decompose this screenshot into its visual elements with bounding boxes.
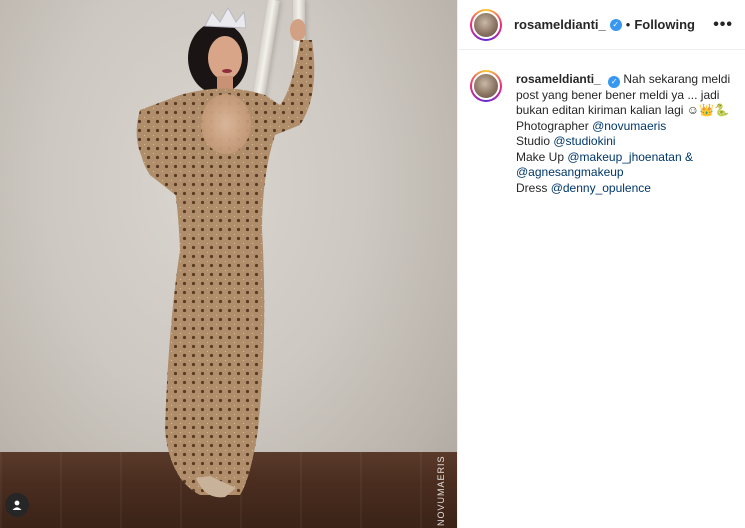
mention-link[interactable]: @novumaeris xyxy=(592,119,666,133)
user-icon xyxy=(12,500,22,510)
mention-link[interactable]: @denny_opulence xyxy=(551,181,651,195)
caption-avatar[interactable] xyxy=(470,70,502,102)
following-button[interactable]: Following xyxy=(634,17,695,32)
photo-watermark: NOVUMAERIS xyxy=(436,455,446,526)
credit-line: Dress @denny_opulence xyxy=(516,180,651,195)
mention-link[interactable]: @studiokini xyxy=(553,134,615,148)
caption-username[interactable]: rosameldianti_ xyxy=(516,72,601,86)
credit-line: Make Up @makeup_jhoenatan & xyxy=(516,149,693,164)
more-options-icon[interactable]: ••• xyxy=(713,16,733,34)
photo-model-figure xyxy=(136,6,315,498)
caption-text-block: rosameldianti_ ✓ Nah sekarang meldi post… xyxy=(516,72,733,196)
mention-link[interactable]: @agnesangmakeup xyxy=(516,165,624,179)
credit-line: Photographer @novumaeris xyxy=(516,118,667,133)
tagged-users-button[interactable] xyxy=(5,493,29,517)
verified-badge-icon: ✓ xyxy=(609,18,622,31)
post-sidebar: rosameldianti_ ✓ • Following ••• rosamel… xyxy=(457,0,745,528)
credit-line: Studio @studiokini xyxy=(516,134,616,149)
verified-badge-icon: ✓ xyxy=(608,75,621,88)
credit-line: @agnesangmakeup xyxy=(516,165,733,181)
post-header: rosameldianti_ ✓ • Following ••• xyxy=(458,0,745,50)
header-separator: • xyxy=(625,17,631,32)
caption-comment: rosameldianti_ ✓ Nah sekarang meldi post… xyxy=(458,50,745,196)
header-avatar[interactable] xyxy=(470,8,502,41)
mention-link[interactable]: @makeup_jhoenatan & xyxy=(567,150,693,164)
post-photo[interactable]: NOVUMAERIS xyxy=(0,0,457,528)
header-username[interactable]: rosameldianti_ xyxy=(514,17,606,32)
